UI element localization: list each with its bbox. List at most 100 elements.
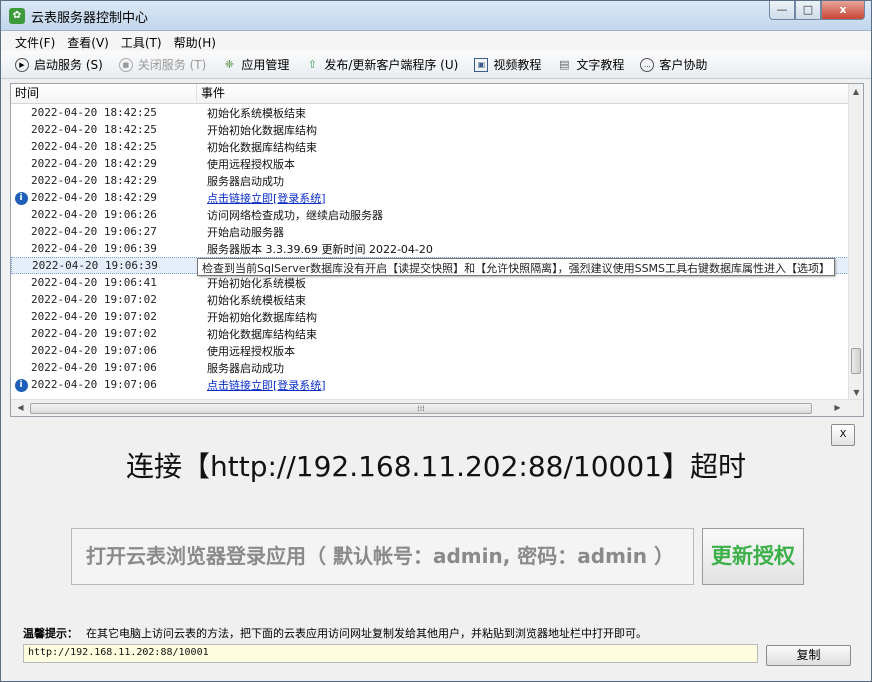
video-tutorial-button[interactable]: ▣ 视频教程 [474,56,541,73]
open-browser-login-button[interactable]: 打开云表浏览器登录应用（ 默认帐号：admin, 密码：admin ） [71,528,694,585]
stop-icon: ■ [118,57,133,72]
app-management-label: 应用管理 [241,58,290,72]
log-time: 2022-04-20 18:42:25 [31,123,157,136]
log-rows: 2022-04-20 18:42:25 初始化系统模板结束 2022-04-20 1… [11,104,849,400]
log-event: 使用远程授权版本 [207,157,295,171]
horizontal-scrollbar[interactable]: ◀ ⁞⁞⁞ ▶ [11,399,863,416]
scroll-down-icon[interactable]: ▼ [849,385,863,400]
customer-support-button[interactable]: … 客户协助 [640,56,707,73]
log-event: 初始化系统模板结束 [207,106,306,120]
window-title: 云表服务器控制中心 [31,11,149,26]
log-row[interactable]: 2022-04-20 18:42:25 初始化数据库结构结束 [11,138,849,155]
stop-service-label: 关闭服务 (T) [137,58,207,72]
main-window: ✿ 云表服务器控制中心 — □ x 文件(F) 查看(V) 工具(T) 帮助(H… [0,0,872,682]
log-event: 开始启动服务器 [207,225,284,239]
log-time: 2022-04-20 19:06:41 [31,276,157,289]
scroll-left-icon[interactable]: ◀ [13,400,28,416]
log-time: 2022-04-20 19:06:39 [32,259,158,272]
log-event: 服务器启动成功 [207,174,284,188]
log-row[interactable]: 2022-04-20 19:07:06 使用远程授权版本 [11,342,849,359]
column-header-time[interactable]: 时间 [11,84,197,104]
hint-label: 温馨提示： [23,627,78,640]
text-tutorial-button[interactable]: ▤ 文字教程 [557,56,624,73]
login-link[interactable]: 点击链接立即[登录系统] [201,190,326,206]
log-event: 初始化数据库结构结束 [207,327,317,341]
log-event: 使用远程授权版本 [207,344,295,358]
menu-file[interactable]: 文件(F) [9,31,61,51]
log-row[interactable]: 2022-04-20 18:42:29 使用远程授权版本 [11,155,849,172]
column-header-event[interactable]: 事件 [197,84,849,104]
event-log-list[interactable]: 时间 事件 2022-04-20 18:42:25 初始化系统模板结束 2022-0… [10,83,864,417]
app-logo-icon: ✿ [9,8,25,24]
start-service-label: 启动服务 (S) [34,58,103,72]
log-time: 2022-04-20 19:06:39 [31,242,157,255]
publish-client-label: 发布/更新客户端程序 (U) [324,58,459,72]
app-url-field[interactable]: http://192.168.11.202:88/10001 [23,644,758,663]
log-time: 2022-04-20 19:07:06 [31,378,157,391]
log-time: 2022-04-20 18:42:29 [31,191,157,204]
start-service-button[interactable]: ▶ 启动服务 (S) [15,56,103,73]
log-row[interactable]: i 2022-04-20 18:42:29 点击链接立即[登录系统] [11,189,849,206]
row-tooltip: 检查到当前SqlServer数据库没有开启【读提交快照】和【允许快照隔离】，强烈… [197,258,836,276]
renew-license-button[interactable]: 更新授权 [702,528,804,585]
menu-view[interactable]: 查看(V) [61,31,115,51]
log-row[interactable]: 2022-04-20 19:06:27 开始启动服务器 [11,223,849,240]
maximize-button[interactable]: □ [795,1,821,20]
video-icon: ▣ [474,57,489,72]
customer-support-label: 客户协助 [659,58,708,72]
log-row[interactable]: 2022-04-20 18:42:25 初始化系统模板结束 [11,104,849,121]
play-icon: ▶ [15,57,29,72]
scroll-right-icon[interactable]: ▶ [830,400,845,416]
menu-help[interactable]: 帮助(H) [168,31,222,51]
log-row[interactable]: i 2022-04-20 19:07:06 点击链接立即[登录系统] [11,376,849,393]
log-time: 2022-04-20 18:42:25 [31,140,157,153]
vertical-scroll-thumb[interactable] [851,348,861,374]
menu-bar: 文件(F) 查看(V) 工具(T) 帮助(H) [1,31,871,51]
video-tutorial-label: 视频教程 [493,58,542,72]
copy-url-button[interactable]: 复制 [766,645,851,666]
chat-bubble-icon: … [640,57,655,72]
log-row[interactable]: 2022-04-20 19:06:41 开始初始化系统模板 [11,274,849,291]
log-time: 2022-04-20 19:07:02 [31,310,157,323]
log-time: 2022-04-20 19:06:26 [31,208,157,221]
log-row[interactable]: 2022-04-20 19:07:02 开始初始化数据库结构 [11,308,849,325]
document-icon: ▤ [559,57,570,71]
log-time: 2022-04-20 19:07:06 [31,344,157,357]
log-row[interactable]: 2022-04-20 19:07:02 初始化数据库结构结束 [11,325,849,342]
log-event: 服务器版本 3.3.39.69 更新时间 2022-04-20 [207,242,433,256]
vertical-scrollbar[interactable]: ▲ ▼ [848,84,863,400]
log-time: 2022-04-20 19:06:27 [31,225,157,238]
log-row[interactable]: 2022-04-20 19:06:26 访问网络检查成功，继续启动服务器 [11,206,849,223]
panel-close-button[interactable]: X [831,424,855,446]
text-tutorial-label: 文字教程 [576,58,625,72]
menu-tools[interactable]: 工具(T) [115,31,168,51]
hint-text: 温馨提示： 在其它电脑上访问云表的方法，把下面的云表应用访问网址复制发给其他用户，… [23,625,647,641]
scroll-up-icon[interactable]: ▲ [849,84,863,99]
log-row[interactable]: 2022-04-20 18:42:25 开始初始化数据库结构 [11,121,849,138]
connection-timeout-message: 连接【http://192.168.11.202:88/10001】超时 [125,450,746,483]
login-link[interactable]: 点击链接立即[登录系统] [201,377,326,393]
publish-client-button[interactable]: ⇧ 发布/更新客户端程序 (U) [305,56,459,73]
log-event: 开始初始化数据库结构 [207,310,317,324]
log-time: 2022-04-20 18:42:29 [31,157,157,170]
apps-icon: ❈ [224,57,234,71]
log-event: 初始化系统模板结束 [207,293,306,307]
log-row[interactable]: 2022-04-20 19:07:02 初始化系统模板结束 [11,291,849,308]
log-header: 时间 事件 [11,84,849,104]
stop-service-button[interactable]: ■ 关闭服务 (T) [118,56,207,73]
log-row[interactable]: 2022-04-20 19:07:06 服务器启动成功 [11,359,849,376]
app-management-button[interactable]: ❈ 应用管理 [222,56,290,73]
title-bar[interactable]: ✿ 云表服务器控制中心 — □ x [1,1,871,31]
minimize-button[interactable]: — [769,1,795,20]
horizontal-scroll-thumb[interactable]: ⁞⁞⁞ [30,403,812,414]
log-row[interactable]: 2022-04-20 19:06:39 服务器版本 3.3.39.69 更新时间 … [11,240,849,257]
row-icon-cell: i [11,377,31,392]
log-event: 访问网络检查成功，继续启动服务器 [207,208,383,222]
log-time: 2022-04-20 19:07:02 [31,293,157,306]
log-row[interactable]: 2022-04-20 18:42:29 服务器启动成功 [11,172,849,189]
log-event: 开始初始化系统模板 [207,276,306,290]
upload-arrow-icon: ⇧ [307,57,317,71]
log-event: 服务器启动成功 [207,361,284,375]
info-icon: i [14,379,28,392]
close-button[interactable]: x [821,1,865,20]
